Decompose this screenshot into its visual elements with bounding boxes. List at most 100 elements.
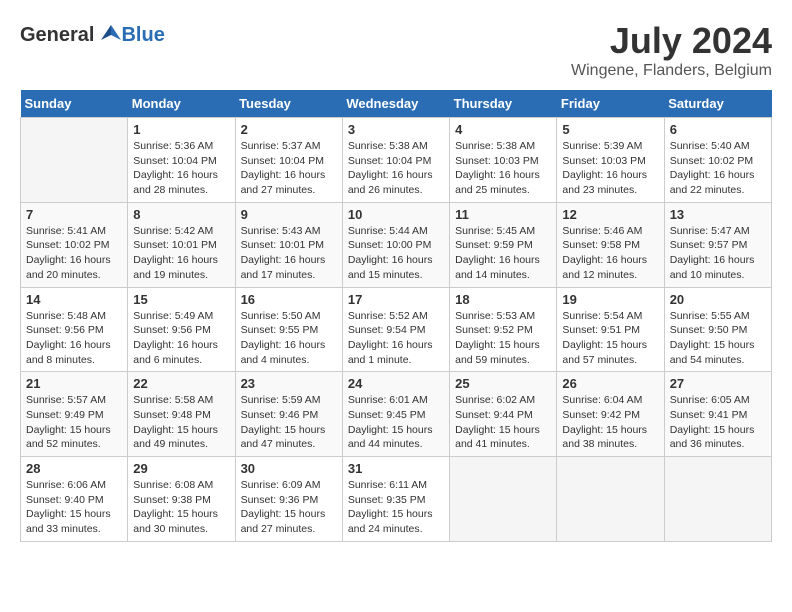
calendar-week-3: 14 Sunrise: 5:48 AM Sunset: 9:56 PM Dayli… (21, 287, 772, 372)
day-info: Sunrise: 5:55 AM Sunset: 9:50 PM Dayligh… (670, 309, 766, 368)
day-info: Sunrise: 5:39 AM Sunset: 10:03 PM Daylig… (562, 139, 658, 198)
calendar-cell: 30 Sunrise: 6:09 AM Sunset: 9:36 PM Dayli… (235, 457, 342, 542)
day-number: 24 (348, 376, 444, 391)
calendar-cell: 17 Sunrise: 5:52 AM Sunset: 9:54 PM Dayli… (342, 287, 449, 372)
calendar-cell (664, 457, 771, 542)
day-number: 10 (348, 207, 444, 222)
calendar-cell: 13 Sunrise: 5:47 AM Sunset: 9:57 PM Dayli… (664, 202, 771, 287)
day-info: Sunrise: 6:05 AM Sunset: 9:41 PM Dayligh… (670, 393, 766, 452)
day-number: 16 (241, 292, 337, 307)
calendar-cell: 24Sunrise: 6:01 AM Sunset: 9:45 PM Dayli… (342, 372, 449, 457)
calendar-cell: 3 Sunrise: 5:38 AM Sunset: 10:04 PM Dayli… (342, 118, 449, 203)
calendar-header-row: SundayMondayTuesdayWednesdayThursdayFrid… (21, 90, 772, 118)
day-info: Sunrise: 5:47 AM Sunset: 9:57 PM Dayligh… (670, 224, 766, 283)
calendar-cell (21, 118, 128, 203)
day-number: 30 (241, 461, 337, 476)
calendar-cell: 19 Sunrise: 5:54 AM Sunset: 9:51 PM Dayli… (557, 287, 664, 372)
day-info: Sunrise: 5:52 AM Sunset: 9:54 PM Dayligh… (348, 309, 444, 368)
day-info: Sunrise: 5:58 AM Sunset: 9:48 PM Dayligh… (133, 393, 229, 452)
calendar-cell: 26 Sunrise: 6:04 AM Sunset: 9:42 PM Dayli… (557, 372, 664, 457)
day-info: Sunrise: 6:02 AM Sunset: 9:44 PM Dayligh… (455, 393, 551, 452)
calendar-cell: 20Sunrise: 5:55 AM Sunset: 9:50 PM Dayli… (664, 287, 771, 372)
calendar-cell: 12 Sunrise: 5:46 AM Sunset: 9:58 PM Dayli… (557, 202, 664, 287)
calendar-cell: 29 Sunrise: 6:08 AM Sunset: 9:38 PM Dayli… (128, 457, 235, 542)
title-area: July 2024 Wingene, Flanders, Belgium (571, 20, 772, 80)
day-info: Sunrise: 6:09 AM Sunset: 9:36 PM Dayligh… (241, 478, 337, 537)
calendar-cell: 1 Sunrise: 5:36 AM Sunset: 10:04 PM Dayli… (128, 118, 235, 203)
day-info: Sunrise: 5:46 AM Sunset: 9:58 PM Dayligh… (562, 224, 658, 283)
calendar-cell: 2Sunrise: 5:37 AM Sunset: 10:04 PM Dayli… (235, 118, 342, 203)
day-info: Sunrise: 5:38 AM Sunset: 10:04 PM Daylig… (348, 139, 444, 198)
day-number: 9 (241, 207, 337, 222)
day-info: Sunrise: 6:04 AM Sunset: 9:42 PM Dayligh… (562, 393, 658, 452)
day-info: Sunrise: 5:57 AM Sunset: 9:49 PM Dayligh… (26, 393, 122, 452)
calendar-cell: 16 Sunrise: 5:50 AM Sunset: 9:55 PM Dayli… (235, 287, 342, 372)
day-info: Sunrise: 5:48 AM Sunset: 9:56 PM Dayligh… (26, 309, 122, 368)
day-number: 8 (133, 207, 229, 222)
header-friday: Friday (557, 90, 664, 118)
day-info: Sunrise: 5:59 AM Sunset: 9:46 PM Dayligh… (241, 393, 337, 452)
day-info: Sunrise: 5:45 AM Sunset: 9:59 PM Dayligh… (455, 224, 551, 283)
day-number: 19 (562, 292, 658, 307)
header-saturday: Saturday (664, 90, 771, 118)
day-number: 13 (670, 207, 766, 222)
day-info: Sunrise: 5:37 AM Sunset: 10:04 PM Daylig… (241, 139, 337, 198)
calendar-week-2: 7Sunrise: 5:41 AM Sunset: 10:02 PM Dayli… (21, 202, 772, 287)
calendar-cell: 22 Sunrise: 5:58 AM Sunset: 9:48 PM Dayli… (128, 372, 235, 457)
day-info: Sunrise: 6:08 AM Sunset: 9:38 PM Dayligh… (133, 478, 229, 537)
calendar-week-4: 21 Sunrise: 5:57 AM Sunset: 9:49 PM Dayli… (21, 372, 772, 457)
day-number: 25 (455, 376, 551, 391)
header-wednesday: Wednesday (342, 90, 449, 118)
calendar-cell: 28 Sunrise: 6:06 AM Sunset: 9:40 PM Dayli… (21, 457, 128, 542)
day-number: 27 (670, 376, 766, 391)
calendar-cell: 18 Sunrise: 5:53 AM Sunset: 9:52 PM Dayli… (450, 287, 557, 372)
day-info: Sunrise: 5:41 AM Sunset: 10:02 PM Daylig… (26, 224, 122, 283)
day-number: 31 (348, 461, 444, 476)
day-number: 28 (26, 461, 122, 476)
day-info: Sunrise: 5:36 AM Sunset: 10:04 PM Daylig… (133, 139, 229, 198)
calendar-cell: 25 Sunrise: 6:02 AM Sunset: 9:44 PM Dayli… (450, 372, 557, 457)
calendar-cell: 5Sunrise: 5:39 AM Sunset: 10:03 PM Dayli… (557, 118, 664, 203)
calendar-cell (557, 457, 664, 542)
calendar-cell: 4 Sunrise: 5:38 AM Sunset: 10:03 PM Dayli… (450, 118, 557, 203)
calendar-cell: 23 Sunrise: 5:59 AM Sunset: 9:46 PM Dayli… (235, 372, 342, 457)
month-year-title: July 2024 (571, 20, 772, 62)
day-info: Sunrise: 5:43 AM Sunset: 10:01 PM Daylig… (241, 224, 337, 283)
calendar-cell: 15Sunrise: 5:49 AM Sunset: 9:56 PM Dayli… (128, 287, 235, 372)
day-number: 3 (348, 122, 444, 137)
logo-general-text: General (20, 24, 94, 47)
header-sunday: Sunday (21, 90, 128, 118)
day-number: 6 (670, 122, 766, 137)
calendar-cell: 6Sunrise: 5:40 AM Sunset: 10:02 PM Dayli… (664, 118, 771, 203)
day-number: 17 (348, 292, 444, 307)
logo-blue-text: Blue (121, 24, 164, 47)
logo: General Blue (20, 20, 165, 50)
day-number: 14 (26, 292, 122, 307)
calendar-cell: 9 Sunrise: 5:43 AM Sunset: 10:01 PM Dayli… (235, 202, 342, 287)
day-info: Sunrise: 5:50 AM Sunset: 9:55 PM Dayligh… (241, 309, 337, 368)
day-info: Sunrise: 5:53 AM Sunset: 9:52 PM Dayligh… (455, 309, 551, 368)
page-header: General Blue July 2024 Wingene, Flanders… (20, 20, 772, 80)
calendar-cell (450, 457, 557, 542)
day-number: 4 (455, 122, 551, 137)
header-thursday: Thursday (450, 90, 557, 118)
day-info: Sunrise: 5:54 AM Sunset: 9:51 PM Dayligh… (562, 309, 658, 368)
day-number: 12 (562, 207, 658, 222)
day-number: 29 (133, 461, 229, 476)
day-number: 23 (241, 376, 337, 391)
day-info: Sunrise: 6:06 AM Sunset: 9:40 PM Dayligh… (26, 478, 122, 537)
day-info: Sunrise: 5:38 AM Sunset: 10:03 PM Daylig… (455, 139, 551, 198)
day-number: 21 (26, 376, 122, 391)
day-info: Sunrise: 5:42 AM Sunset: 10:01 PM Daylig… (133, 224, 229, 283)
day-number: 26 (562, 376, 658, 391)
day-info: Sunrise: 5:49 AM Sunset: 9:56 PM Dayligh… (133, 309, 229, 368)
day-info: Sunrise: 5:44 AM Sunset: 10:00 PM Daylig… (348, 224, 444, 283)
day-number: 18 (455, 292, 551, 307)
calendar-cell: 21 Sunrise: 5:57 AM Sunset: 9:49 PM Dayli… (21, 372, 128, 457)
calendar-cell: 14 Sunrise: 5:48 AM Sunset: 9:56 PM Dayli… (21, 287, 128, 372)
calendar-cell: 31Sunrise: 6:11 AM Sunset: 9:35 PM Dayli… (342, 457, 449, 542)
calendar-cell: 10 Sunrise: 5:44 AM Sunset: 10:00 PM Dayl… (342, 202, 449, 287)
day-number: 1 (133, 122, 229, 137)
header-tuesday: Tuesday (235, 90, 342, 118)
day-number: 22 (133, 376, 229, 391)
